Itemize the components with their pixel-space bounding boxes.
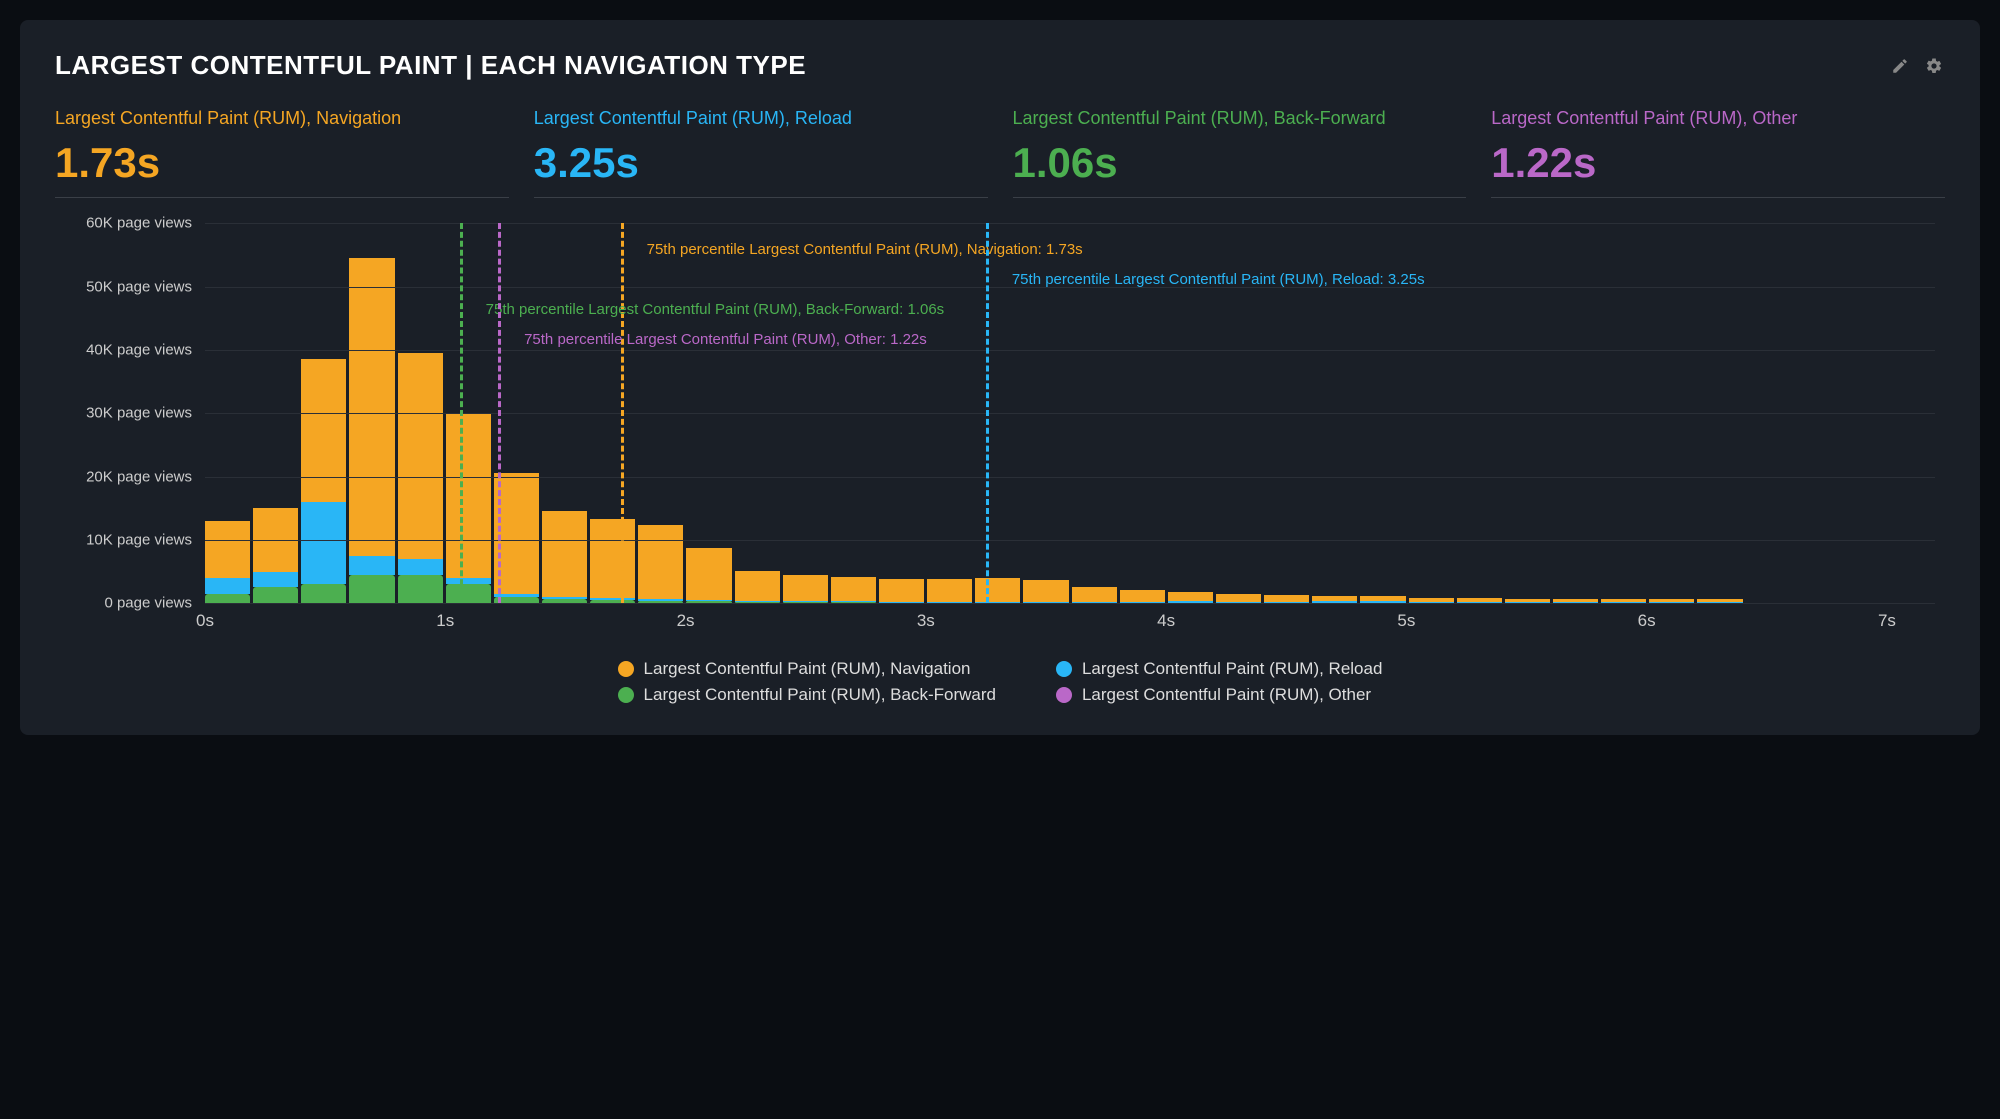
bar-segment-orange: [301, 359, 346, 502]
legend-swatch: [618, 661, 634, 677]
metric-value: 1.06s: [1013, 139, 1467, 187]
bar-segment-green: [349, 575, 394, 604]
legend-label: Largest Contentful Paint (RUM), Reload: [1082, 659, 1382, 679]
percentile-label: 75th percentile Largest Contentful Paint…: [1012, 271, 1425, 288]
bar-segment-orange: [1120, 590, 1165, 602]
legend-label: Largest Contentful Paint (RUM), Other: [1082, 685, 1371, 705]
legend-swatch: [1056, 687, 1072, 703]
metric-card: Largest Contentful Paint (RUM), Reload 3.…: [534, 106, 988, 198]
y-axis: 0 page views10K page views20K page views…: [55, 223, 200, 603]
gridline: [205, 350, 1935, 351]
bar-segment-green: [446, 584, 491, 603]
gridline: [205, 223, 1935, 224]
bar-segment-orange: [975, 578, 1020, 602]
x-tick-label: 4s: [1157, 611, 1175, 631]
bar-segment-blue: [349, 556, 394, 575]
legend-item[interactable]: Largest Contentful Paint (RUM), Reload: [1056, 659, 1382, 679]
bar-segment-orange: [1072, 587, 1117, 602]
gridline: [205, 603, 1935, 604]
gridline: [205, 477, 1935, 478]
panel-title: LARGEST CONTENTFUL PAINT | EACH NAVIGATI…: [55, 50, 806, 81]
x-tick-label: 0s: [196, 611, 214, 631]
percentile-line: [621, 223, 624, 603]
bar-segment-orange: [735, 571, 780, 601]
metric-label: Largest Contentful Paint (RUM), Back-For…: [1013, 106, 1467, 131]
panel-header: LARGEST CONTENTFUL PAINT | EACH NAVIGATI…: [55, 50, 1945, 81]
x-tick-label: 1s: [436, 611, 454, 631]
bar-segment-orange: [205, 521, 250, 578]
gridline: [205, 413, 1935, 414]
legend-swatch: [618, 687, 634, 703]
lcp-panel: LARGEST CONTENTFUL PAINT | EACH NAVIGATI…: [20, 20, 1980, 735]
y-tick-label: 10K page views: [52, 531, 192, 548]
x-tick-label: 2s: [677, 611, 695, 631]
metric-label: Largest Contentful Paint (RUM), Navigati…: [55, 106, 509, 131]
y-tick-label: 30K page views: [52, 405, 192, 422]
bar-segment-orange: [638, 525, 683, 600]
percentile-label: 75th percentile Largest Contentful Paint…: [647, 241, 1083, 258]
x-tick-label: 5s: [1397, 611, 1415, 631]
metric-value: 1.22s: [1491, 139, 1945, 187]
y-tick-label: 0 page views: [52, 595, 192, 612]
bar-segment-orange: [831, 577, 876, 601]
bar-segment-orange: [1264, 595, 1309, 602]
x-axis: 0s1s2s3s4s5s6s7s: [205, 611, 1935, 641]
legend-item[interactable]: Largest Contentful Paint (RUM), Back-For…: [618, 685, 996, 705]
bar-segment-orange: [590, 519, 635, 598]
metrics-row: Largest Contentful Paint (RUM), Navigati…: [55, 106, 1945, 198]
bar-segment-orange: [879, 579, 924, 602]
x-tick-label: 7s: [1878, 611, 1896, 631]
legend-item[interactable]: Largest Contentful Paint (RUM), Navigati…: [618, 659, 996, 679]
legend: Largest Contentful Paint (RUM), Navigati…: [55, 659, 1945, 705]
bar-segment-orange: [927, 579, 972, 602]
y-tick-label: 50K page views: [52, 278, 192, 295]
metric-value: 1.73s: [55, 139, 509, 187]
edit-icon[interactable]: [1889, 55, 1911, 77]
x-tick-label: 6s: [1638, 611, 1656, 631]
bar-segment-orange: [1216, 594, 1261, 602]
bar-segment-orange: [686, 548, 731, 600]
legend-item[interactable]: Largest Contentful Paint (RUM), Other: [1056, 685, 1382, 705]
percentile-label: 75th percentile Largest Contentful Paint…: [524, 331, 927, 348]
legend-swatch: [1056, 661, 1072, 677]
metric-card: Largest Contentful Paint (RUM), Navigati…: [55, 106, 509, 198]
bar-segment-orange: [446, 413, 491, 578]
percentile-line: [460, 223, 463, 603]
bar-segment-orange: [783, 575, 828, 602]
y-tick-label: 20K page views: [52, 468, 192, 485]
percentile-line: [498, 223, 501, 603]
bar-segment-green: [253, 587, 298, 603]
bar-segment-orange: [1168, 592, 1213, 601]
bar-segment-orange: [398, 353, 443, 559]
bar-segment-blue: [398, 559, 443, 575]
metric-value: 3.25s: [534, 139, 988, 187]
bar-segment-green: [301, 584, 346, 603]
bar-segment-orange: [542, 511, 587, 597]
metric-label: Largest Contentful Paint (RUM), Other: [1491, 106, 1945, 131]
chart-plot-area: 0 page views10K page views20K page views…: [205, 223, 1935, 603]
gear-icon[interactable]: [1923, 55, 1945, 77]
x-tick-label: 3s: [917, 611, 935, 631]
gridline: [205, 540, 1935, 541]
metric-label: Largest Contentful Paint (RUM), Reload: [534, 106, 988, 131]
bar-segment-blue: [301, 502, 346, 584]
bar-segment-blue: [205, 578, 250, 594]
bar-segment-orange: [349, 258, 394, 556]
percentile-line: [986, 223, 989, 603]
legend-label: Largest Contentful Paint (RUM), Back-For…: [644, 685, 996, 705]
bar-segment-orange: [1023, 580, 1068, 602]
y-tick-label: 40K page views: [52, 341, 192, 358]
metric-card: Largest Contentful Paint (RUM), Other 1.2…: [1491, 106, 1945, 198]
panel-actions: [1889, 55, 1945, 77]
bar-segment-blue: [253, 572, 298, 588]
bar-segment-green: [398, 575, 443, 604]
y-tick-label: 60K page views: [52, 215, 192, 232]
legend-label: Largest Contentful Paint (RUM), Navigati…: [644, 659, 971, 679]
percentile-label: 75th percentile Largest Contentful Paint…: [486, 301, 945, 318]
metric-card: Largest Contentful Paint (RUM), Back-For…: [1013, 106, 1467, 198]
bar-segment-green: [205, 594, 250, 604]
